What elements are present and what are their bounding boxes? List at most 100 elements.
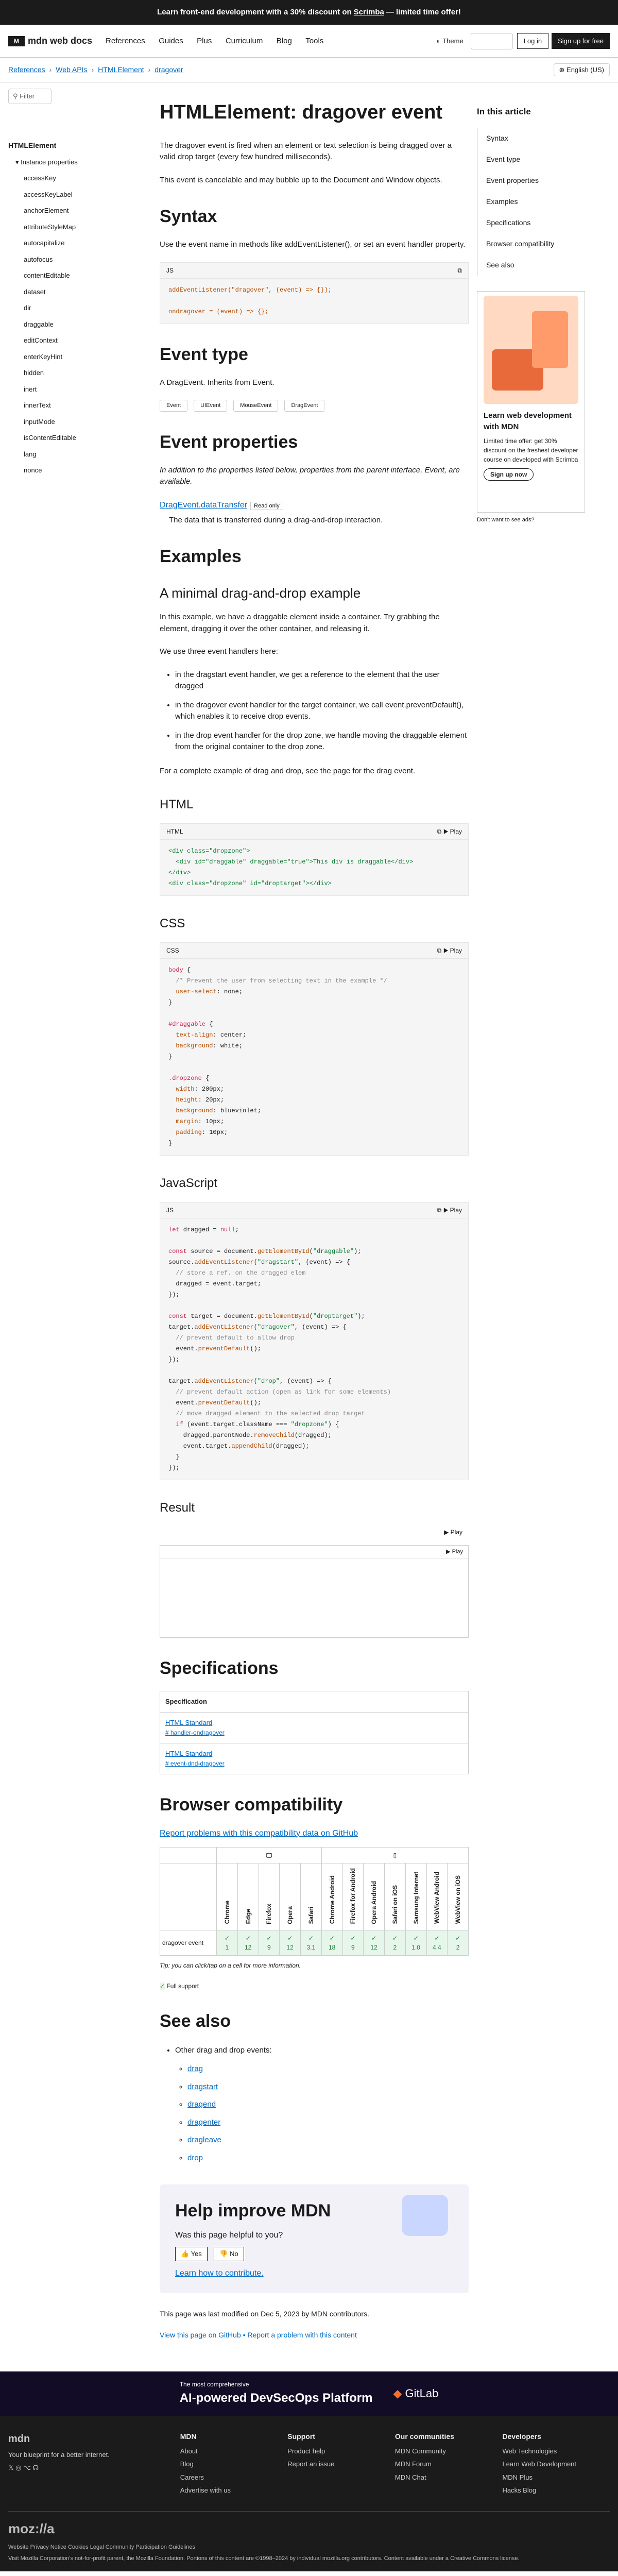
login-button[interactable]: Log in xyxy=(517,32,549,49)
toc-item[interactable]: Specifications xyxy=(477,212,585,233)
footer-link[interactable]: MDN Forum xyxy=(395,2459,503,2469)
inherit-event[interactable]: Event xyxy=(160,400,188,412)
nav-guides[interactable]: Guides xyxy=(159,37,183,45)
theme-toggle[interactable]: ◐ Theme xyxy=(436,36,463,46)
play-button[interactable]: ⧉ ▶ Play xyxy=(437,946,462,955)
compat-cell[interactable]: ✓ 4.4 xyxy=(426,1929,448,1956)
sidebar-item-accesskeylabel[interactable]: accessKeyLabel xyxy=(8,187,147,203)
language-select[interactable]: ⊕ English (US) xyxy=(553,63,610,77)
see-also-link[interactable]: drag xyxy=(187,2064,203,2073)
compat-cell[interactable]: ✓ 18 xyxy=(321,1929,343,1956)
compat-cell[interactable]: ✓ 9 xyxy=(258,1929,280,1956)
inherit-mouseevent[interactable]: MouseEvent xyxy=(233,400,279,412)
spec-anchor[interactable]: # handler-ondragover xyxy=(165,1729,225,1736)
ad-cta-button[interactable]: Sign up now xyxy=(484,468,534,481)
signup-button[interactable]: Sign up for free xyxy=(552,32,610,49)
crumb-webapis[interactable]: Web APIs xyxy=(56,64,87,75)
sidebar-item-accesskey[interactable]: accessKey xyxy=(8,170,147,187)
compat-report-link[interactable]: Report problems with this compatibility … xyxy=(160,1829,358,1838)
footer-link[interactable]: Web Technologies xyxy=(502,2446,610,2456)
property-link[interactable]: DragEvent.dataTransfer xyxy=(160,501,247,510)
sidebar-item-inert[interactable]: inert xyxy=(8,381,147,398)
filter-input[interactable]: ⚲ Filter xyxy=(8,89,52,104)
footer-link[interactable]: Report an issue xyxy=(287,2459,395,2469)
crumb-htmlelement[interactable]: HTMLElement xyxy=(98,64,144,75)
compat-cell[interactable]: ✓ 1.0 xyxy=(405,1929,427,1956)
see-also-link[interactable]: dragstart xyxy=(187,2082,218,2091)
sidebar-item-autofocus[interactable]: autofocus xyxy=(8,251,147,268)
toc-item[interactable]: Event properties xyxy=(477,170,585,191)
footer-link[interactable]: Blog xyxy=(180,2459,288,2469)
crumb-dragover[interactable]: dragover xyxy=(154,64,183,75)
compat-cell[interactable]: ✓ 2 xyxy=(447,1929,469,1956)
sidebar-item-anchorelement[interactable]: anchorElement xyxy=(8,202,147,219)
sidebar-item-contenteditable[interactable]: contentEditable xyxy=(8,267,147,284)
footer-link[interactable]: Product help xyxy=(287,2446,395,2456)
footer-link[interactable]: Advertise with us xyxy=(180,2485,288,2496)
spec-link[interactable]: HTML Standard xyxy=(165,1719,212,1726)
footer-link[interactable]: Careers xyxy=(180,2472,288,2483)
compat-cell[interactable]: ✓ 9 xyxy=(342,1929,364,1956)
sidebar-item-attributestylemap[interactable]: attributeStyleMap xyxy=(8,219,147,235)
see-also-link[interactable]: dragenter xyxy=(187,2118,220,2127)
inherit-dragevent[interactable]: DragEvent xyxy=(284,400,325,412)
nav-blog[interactable]: Blog xyxy=(277,37,292,45)
nav-references[interactable]: References xyxy=(106,37,145,45)
compat-cell[interactable]: ✓ 12 xyxy=(237,1929,259,1956)
footer-logo[interactable]: mdn xyxy=(8,2431,180,2447)
mdn-logo[interactable]: Mmdn web docs xyxy=(8,34,92,48)
toc-item[interactable]: Browser compatibility xyxy=(477,233,585,255)
compat-cell[interactable]: ✓ 3.1 xyxy=(300,1929,322,1956)
see-also-link[interactable]: drop xyxy=(187,2154,203,2162)
nav-tools[interactable]: Tools xyxy=(305,37,323,45)
toc-item[interactable]: Examples xyxy=(477,191,585,212)
footer-link[interactable]: Hacks Blog xyxy=(502,2485,610,2496)
sidebar-item-hidden[interactable]: hidden xyxy=(8,365,147,381)
advertisement[interactable]: Learn web development with MDN Limited t… xyxy=(477,291,585,513)
no-button[interactable]: 👎 No xyxy=(214,2247,244,2261)
spec-link[interactable]: HTML Standard xyxy=(165,1750,212,1757)
compat-cell[interactable]: ✓ 12 xyxy=(363,1929,385,1956)
result-frame[interactable]: ▶ Play xyxy=(160,1545,469,1638)
crumb-references[interactable]: References xyxy=(8,64,45,75)
sidebar-item-enterkeyhint[interactable]: enterKeyHint xyxy=(8,349,147,365)
banner-link[interactable]: Scrimba xyxy=(354,7,384,19)
mozilla-logo[interactable]: moz://a xyxy=(8,2519,610,2539)
search-input[interactable] xyxy=(470,32,513,49)
play-button[interactable]: ⧉ ▶ Play xyxy=(437,1206,462,1215)
footer-link[interactable]: About xyxy=(180,2446,288,2456)
footer-link[interactable]: MDN Chat xyxy=(395,2472,503,2483)
toc-item[interactable]: Syntax xyxy=(477,127,585,149)
play-button[interactable]: ▶ Play xyxy=(160,1546,468,1560)
compat-cell[interactable]: ✓ 12 xyxy=(279,1929,301,1956)
toc-item[interactable]: Event type xyxy=(477,148,585,170)
contribute-link[interactable]: Learn how to contribute. xyxy=(175,2269,264,2278)
sidebar-item-inputmode[interactable]: inputMode xyxy=(8,414,147,430)
sidebar-item-dir[interactable]: dir xyxy=(8,300,147,316)
play-button[interactable]: ⧉ ▶ Play xyxy=(437,827,462,836)
toc-item[interactable]: See also xyxy=(477,254,585,276)
footer-link[interactable]: MDN Community xyxy=(395,2446,503,2456)
see-also-link[interactable]: dragend xyxy=(187,2100,216,2109)
sidebar-item-autocapitalize[interactable]: autocapitalize xyxy=(8,235,147,251)
see-also-link[interactable]: dragleave xyxy=(187,2136,221,2144)
footer-link[interactable]: MDN Plus xyxy=(502,2472,610,2483)
sidebar-item-lang[interactable]: lang xyxy=(8,446,147,463)
yes-button[interactable]: 👍 Yes xyxy=(175,2247,208,2261)
gitlab-ad[interactable]: The most comprehensive AI-powered DevSecO… xyxy=(0,2371,618,2416)
sidebar-item-nonce[interactable]: nonce xyxy=(8,462,147,479)
nav-plus[interactable]: Plus xyxy=(197,37,212,45)
sidebar-item-iscontenteditable[interactable]: isContentEditable xyxy=(8,430,147,446)
sidebar-item-innertext[interactable]: innerText xyxy=(8,397,147,414)
footer-link[interactable]: Learn Web Development xyxy=(502,2459,610,2469)
inherit-uievent[interactable]: UIEvent xyxy=(194,400,228,412)
sidebar-item-dataset[interactable]: dataset xyxy=(8,284,147,300)
nav-curriculum[interactable]: Curriculum xyxy=(226,37,263,45)
spec-anchor[interactable]: # event-dnd-dragover xyxy=(165,1760,225,1767)
sidebar-item-editcontext[interactable]: editContext xyxy=(8,332,147,349)
copy-icon[interactable]: ⧉ xyxy=(457,266,462,275)
compat-cell[interactable]: ✓ 2 xyxy=(384,1929,406,1956)
sidebar-section[interactable]: ▾ Instance properties xyxy=(8,154,147,171)
play-button[interactable]: ▶ Play xyxy=(160,1524,469,1540)
ad-optout[interactable]: Don't want to see ads? xyxy=(477,516,585,524)
